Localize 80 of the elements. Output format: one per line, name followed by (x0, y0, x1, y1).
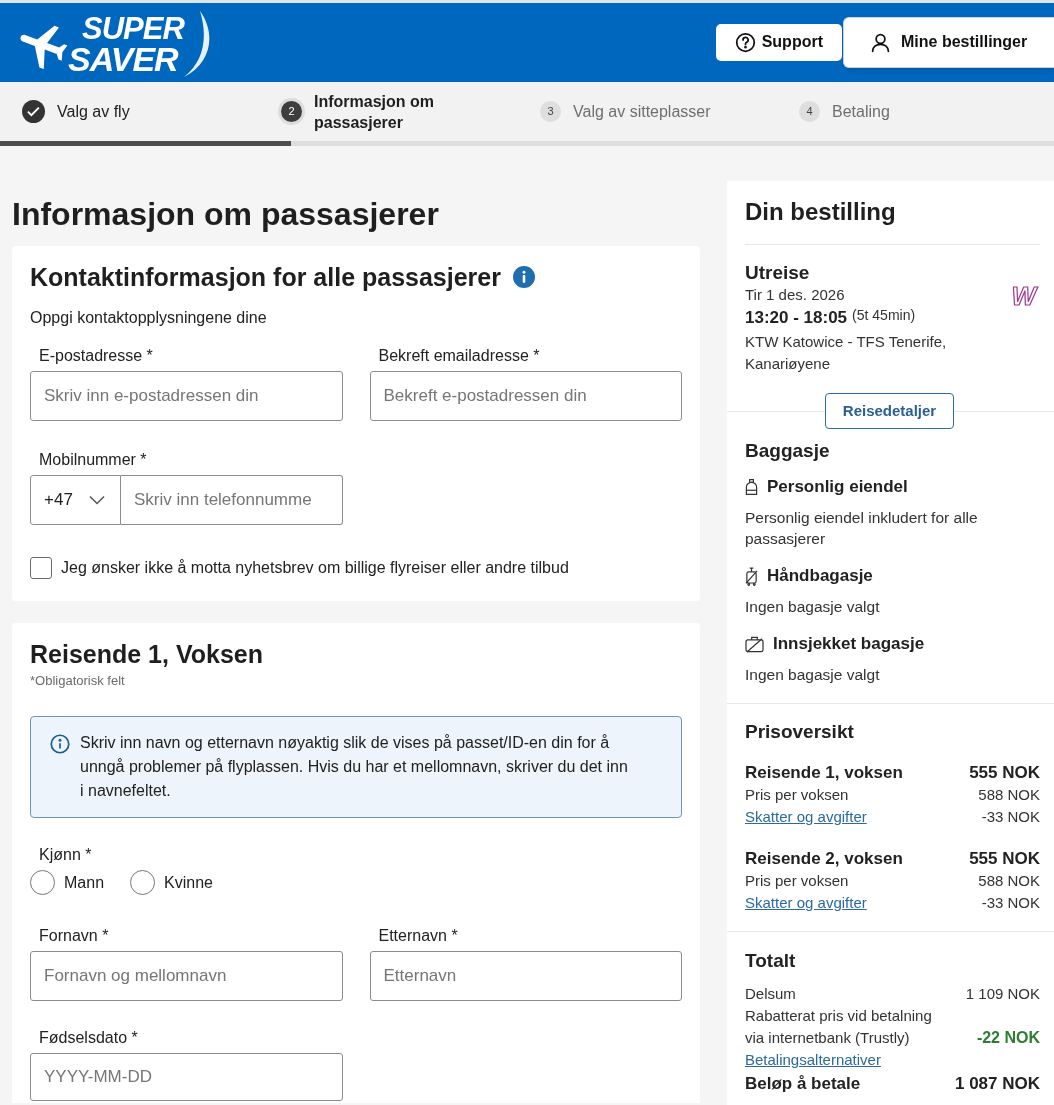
price-label: Pris per voksen (745, 785, 849, 805)
page-title: Informasjon om passasjerer (12, 195, 440, 234)
price-amount: 555 NOK (969, 848, 1040, 870)
radio-button[interactable] (30, 870, 55, 895)
price-amount: 1 109 NOK (965, 984, 1040, 1004)
price-amount: 588 NOK (978, 871, 1040, 891)
step-number: 2 (281, 101, 302, 122)
step-number: 3 (540, 101, 561, 122)
step-label: Valg av fly (57, 102, 130, 122)
field-label: E-postadresse * (38, 346, 154, 366)
phone-field[interactable]: Skriv inn telefonnumme (121, 475, 343, 525)
field-label: Fødselsdato * (38, 1028, 139, 1048)
baggage-description: Ingen bagasje valgt (745, 665, 881, 685)
radio-label: Mann (64, 872, 105, 893)
field-label: Mobilnummer * (38, 450, 148, 470)
summary-heading: Din bestilling (745, 197, 897, 227)
price-label: Rabatterat pris vid betalning via internetbank (Trustly) (745, 1006, 933, 1048)
trolley-bag-slash-icon (745, 566, 758, 586)
checkbox[interactable] (30, 557, 52, 579)
my-bookings-button[interactable]: Mine bestillinger (843, 16, 1054, 68)
baggage-title: Håndbagasje (767, 565, 873, 587)
step-label: Valg av sitteplasser (573, 102, 711, 122)
field-label: Fornavn * (38, 926, 110, 946)
bag-icon (745, 478, 758, 496)
notice-text: Skriv inn navn og etternavn nøyaktig slik de vises på passet/ID-en din for å unngå problemer på flyplassen. Hvis du har et mellomnavn, skriver du det inn i navnefeltet. (80, 733, 629, 801)
step-number: 4 (799, 101, 820, 122)
section-subtitle: Oppgi kontaktopplysningene dine (30, 308, 268, 328)
price-label: Pris per voksen (745, 871, 849, 891)
discount-amount: -22 NOK (976, 1028, 1040, 1048)
total-label: Beløp å betale (745, 1073, 861, 1095)
section-heading: Kontaktinformasjon for alle passasjerer (30, 262, 501, 293)
price-amount: 588 NOK (978, 785, 1040, 805)
suitcase-slash-icon (745, 635, 764, 653)
country-code-select[interactable]: +47 (30, 475, 121, 525)
section-heading: Baggasje (745, 439, 831, 463)
price-amount: 555 NOK (969, 762, 1040, 784)
info-icon (50, 734, 70, 754)
step-label: Betaling (832, 102, 890, 122)
baggage-title: Personlig eiendel (767, 476, 908, 498)
traveler-name: Reisende 1, voksen (745, 762, 903, 784)
price-label: Delsum (745, 984, 796, 1004)
logo-wordmark: SUPER SAVER (67, 12, 186, 75)
section-heading: Totalt (745, 949, 797, 973)
text-field[interactable]: Skriv inn e-postadressen din (30, 371, 343, 421)
link[interactable]: Skatter og avgifter (745, 806, 867, 828)
checkbox-label: Jeg ønsker ikke å motta nyhetsbrev om billige flyreiser eller andre tilbud (61, 558, 569, 578)
help-icon (734, 31, 756, 53)
text-field[interactable]: Bekreft e-postadressen din (369, 371, 682, 421)
field-label: Bekreft emailadresse * (377, 346, 541, 366)
field-label: Etternavn * (377, 926, 459, 946)
step-label: Informasjon om passasjerer (314, 91, 435, 133)
trip-date: Tir 1 des. 2026 (745, 285, 846, 305)
trip-details-button[interactable]: Reisedetaljer (824, 393, 955, 429)
trip-duration: (5t 45min) (852, 306, 916, 325)
total-amount: 1 087 NOK (954, 1073, 1040, 1095)
section-heading: Reisende 1, Voksen (30, 639, 264, 670)
baggage-description: Personlig eiendel inkludert for alle passasjerer (745, 508, 979, 549)
trip-times: 13:20 - 18:05 (745, 307, 848, 329)
price-amount: -33 NOK (981, 893, 1040, 913)
info-icon[interactable] (513, 266, 535, 288)
text-field[interactable]: YYYY-MM-DD (30, 1053, 343, 1101)
user-icon (870, 31, 891, 53)
airline-logo: W (1011, 282, 1038, 310)
link[interactable]: Betalingsalternativer (745, 1051, 881, 1068)
support-button[interactable]: Support (715, 23, 842, 61)
required-note: *Obligatorisk felt (30, 672, 126, 690)
text-field[interactable]: Etternavn (369, 951, 682, 1001)
traveler-name: Reisende 2, voksen (745, 848, 903, 870)
baggage-title: Innsjekket bagasje (773, 633, 925, 655)
baggage-description: Ingen bagasje valgt (745, 597, 881, 617)
trip-route: KTW Katowice - TFS Tenerife, Kanariøyene (745, 332, 948, 374)
field-label: Kjønn * (38, 845, 93, 865)
radio-label: Kvinne (164, 872, 213, 893)
section-heading: Prisoversikt (745, 720, 855, 744)
link[interactable]: Skatter og avgifter (745, 892, 867, 914)
price-amount: -33 NOK (981, 807, 1040, 827)
trip-heading: Utreise (745, 261, 811, 285)
radio-button[interactable] (130, 870, 156, 895)
text-field[interactable]: Fornavn og mellomnavn (30, 951, 343, 1001)
chevron-down-icon (89, 495, 105, 505)
